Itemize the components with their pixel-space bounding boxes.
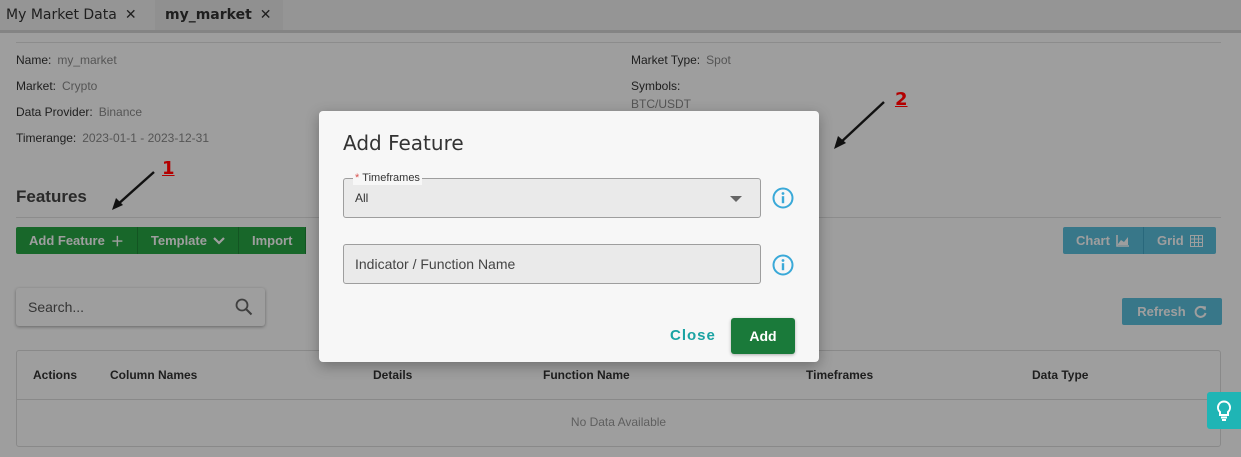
annotation-number-1: 1 [162, 158, 175, 179]
required-marker: * [355, 172, 360, 184]
timeframes-label-text: Timeframes [362, 172, 420, 184]
lightbulb-icon [1216, 399, 1232, 422]
add-feature-modal: Add Feature * Timeframes All Indicator / … [319, 111, 819, 362]
indicator-placeholder: Indicator / Function Name [355, 256, 516, 272]
info-icon[interactable] [772, 187, 794, 214]
modal-title: Add Feature [343, 131, 464, 155]
add-button[interactable]: Add [731, 318, 795, 354]
indicator-function-input[interactable]: Indicator / Function Name [343, 244, 761, 284]
annotation-arrow-1 [112, 171, 155, 210]
annotation-number-2: 2 [895, 89, 908, 110]
close-button[interactable]: Close [670, 327, 716, 344]
annotation-arrow-2 [834, 101, 885, 149]
timeframes-value: All [355, 191, 369, 205]
timeframes-select[interactable]: * Timeframes All [343, 171, 761, 218]
caret-down-icon[interactable] [730, 196, 742, 202]
help-button[interactable] [1207, 392, 1241, 429]
info-icon[interactable] [772, 254, 794, 281]
timeframes-label: * Timeframes [353, 171, 422, 185]
